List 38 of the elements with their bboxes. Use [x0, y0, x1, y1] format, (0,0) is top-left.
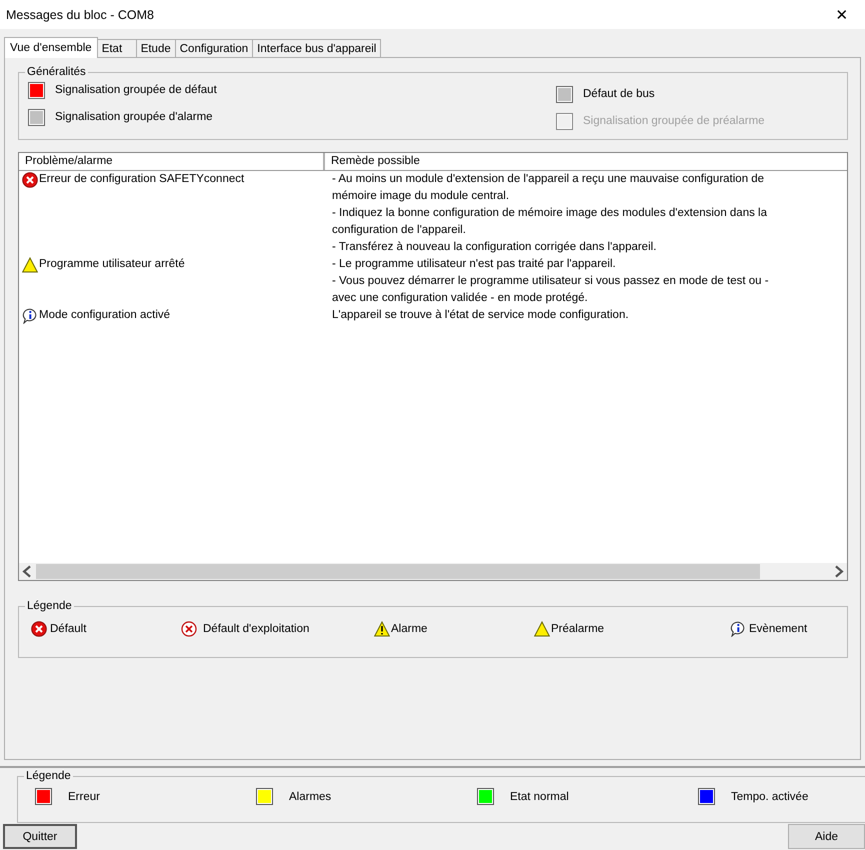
remedy-text: - Le programme utilisateur n'est pas traité par l'appareil.: [332, 257, 617, 272]
remedy-text: - Au moins un module d'extension de l'appareil a reçu une mauvaise configuration de: [332, 172, 766, 187]
group-title: Légende: [26, 600, 73, 612]
problem-text: Programme utilisateur arrêté: [39, 257, 185, 272]
problem-text: Erreur de configuration SAFETYconnect: [39, 172, 244, 187]
group-title: Légende: [25, 770, 72, 782]
legend-label: Tempo. activée: [731, 790, 808, 802]
remedy-text: L'appareil se trouve à l'état de service mode configuration.: [332, 308, 630, 323]
legend-label: Evènement: [749, 622, 808, 634]
legend-label: Erreur: [68, 790, 100, 802]
help-button[interactable]: Aide: [788, 824, 865, 849]
legend-label: Défault d'exploitation: [203, 622, 310, 634]
remedy-text: - Transférez à nouveau la configuration corrigée dans l'appareil.: [332, 240, 658, 255]
remedy-text: mémoire image du module central.: [332, 189, 510, 204]
problem-text: Mode configuration activé: [39, 308, 170, 323]
window-title: Messages du bloc - COM8: [6, 8, 154, 22]
group-title: Généralités: [26, 66, 87, 78]
column-header[interactable]: Remède possible: [325, 153, 847, 170]
indicator-label: Signalisation groupée d'alarme: [55, 111, 213, 123]
tab[interactable]: Interface bus d'appareil: [252, 39, 382, 57]
indicator-label: Défaut de bus: [583, 88, 655, 100]
quit-button[interactable]: Quitter: [3, 824, 77, 849]
legend-label: Alarme: [391, 622, 428, 634]
column-header[interactable]: Problème/alarme: [19, 153, 325, 170]
tab[interactable]: Configuration: [174, 39, 254, 57]
remedy-text: configuration de l'appareil.: [332, 223, 467, 238]
legend-label: Défault: [50, 622, 86, 634]
close-button[interactable]: ✕: [819, 0, 865, 29]
legend-label: Etat normal: [510, 790, 569, 802]
indicator-label: Signalisation groupée de préalarme: [583, 115, 765, 127]
remedy-text: - Indiquez la bonne configuration de mémoire image des modules d'extension dans la: [332, 206, 768, 221]
legend-label: Préalarme: [551, 622, 604, 634]
tab[interactable]: Vue d'ensemble: [4, 37, 98, 58]
horizontal-scrollbar[interactable]: [19, 563, 847, 580]
legend-label: Alarmes: [289, 790, 332, 802]
remedy-text: - Vous pouvez démarrer le programme utilisateur si vous passez en mode de test ou -: [332, 274, 770, 289]
indicator-label: Signalisation groupée de défaut: [55, 84, 217, 96]
remedy-text: avec une configuration validée - en mode protégé.: [332, 291, 589, 306]
